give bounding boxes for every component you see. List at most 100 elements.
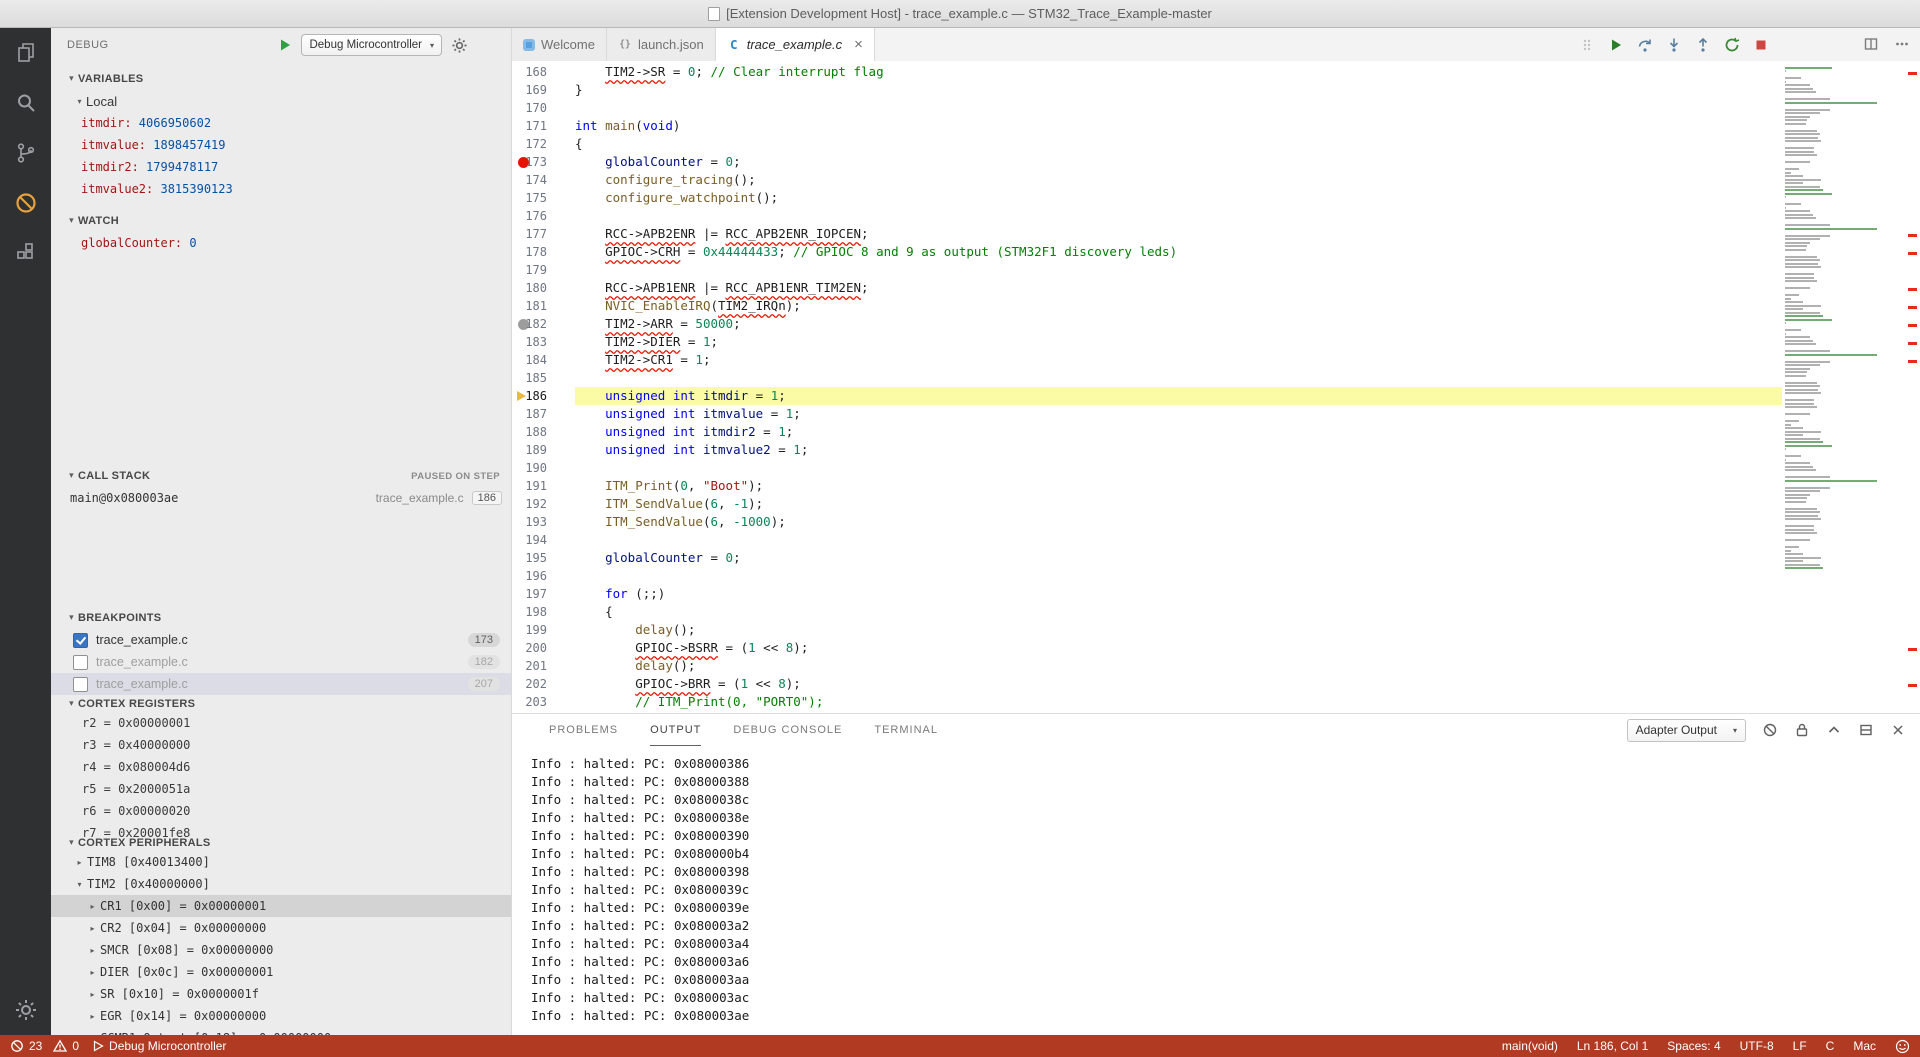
gutter[interactable]: 192 xyxy=(512,495,575,513)
gutter[interactable]: 186 xyxy=(512,387,575,405)
restart-button[interactable] xyxy=(1723,36,1741,54)
variable-row[interactable]: itmdir: 4066950602 xyxy=(51,112,512,134)
code-line[interactable]: 180 RCC->APB1ENR |= RCC_APB1ENR_TIM2EN; xyxy=(512,279,1782,297)
code-line[interactable]: 195 globalCounter = 0; xyxy=(512,549,1782,567)
code-line[interactable]: 188 unsigned int itmdir2 = 1; xyxy=(512,423,1782,441)
scroll-lock-icon[interactable] xyxy=(1793,722,1810,739)
panel-tab-debug-console[interactable]: DEBUG CONSOLE xyxy=(733,714,842,746)
code-line[interactable]: 194 xyxy=(512,531,1782,549)
breakpoint-checkbox[interactable] xyxy=(73,677,88,692)
peripheral-row[interactable]: ▸EGR [0x14] = 0x00000000 xyxy=(51,1005,512,1027)
status-item[interactable]: Ln 186, Col 1 xyxy=(1577,1039,1648,1053)
code-line[interactable]: 202 GPIOC->BRR = (1 << 8); xyxy=(512,675,1782,693)
code-line[interactable]: 189 unsigned int itmvalue2 = 1; xyxy=(512,441,1782,459)
panel-tab-output[interactable]: OUTPUT xyxy=(650,714,701,746)
code-line[interactable]: 186 unsigned int itmdir = 1; xyxy=(512,387,1782,405)
code-line[interactable]: 171int main(void) xyxy=(512,117,1782,135)
launch-config-select[interactable]: Debug Microcontroller ▾ xyxy=(301,34,442,56)
gutter[interactable]: 179 xyxy=(512,261,575,279)
gutter[interactable]: 189 xyxy=(512,441,575,459)
step-over-button[interactable] xyxy=(1636,36,1654,54)
code-line[interactable]: 193 ITM_SendValue(6, -1000); xyxy=(512,513,1782,531)
gutter[interactable]: 182 xyxy=(512,315,575,333)
gutter[interactable]: 178 xyxy=(512,243,575,261)
code-line[interactable]: 200 GPIOC->BSRR = (1 << 8); xyxy=(512,639,1782,657)
gutter[interactable]: 196 xyxy=(512,567,575,585)
gutter[interactable]: 176 xyxy=(512,207,575,225)
code-line[interactable]: 182 TIM2->ARR = 50000; xyxy=(512,315,1782,333)
code-line[interactable]: 185 xyxy=(512,369,1782,387)
code-line[interactable]: 197 for (;;) xyxy=(512,585,1782,603)
variable-row[interactable]: itmdir2: 1799478117 xyxy=(51,156,512,178)
maximize-panel-icon[interactable] xyxy=(1825,722,1842,739)
gutter[interactable]: 188 xyxy=(512,423,575,441)
variable-row[interactable]: itmvalue2: 3815390123 xyxy=(51,178,512,200)
code-line[interactable]: 192 ITM_SendValue(6, -1); xyxy=(512,495,1782,513)
call-stack-header[interactable]: ▾ CALL STACK PAUSED ON STEP xyxy=(51,465,512,487)
register-row[interactable]: r4 = 0x080004d6 xyxy=(51,756,512,778)
source-control-icon[interactable] xyxy=(0,128,51,178)
code-line[interactable]: 179 xyxy=(512,261,1782,279)
peripheral-row[interactable]: ▾TIM2 [0x40000000] xyxy=(51,873,512,895)
gutter[interactable]: 183 xyxy=(512,333,575,351)
clear-output-icon[interactable] xyxy=(1761,722,1778,739)
panel-tab-terminal[interactable]: TERMINAL xyxy=(874,714,938,746)
code-line[interactable]: 196 xyxy=(512,567,1782,585)
close-panel-icon[interactable] xyxy=(1889,722,1906,739)
peripheral-row[interactable]: ▸SMCR [0x08] = 0x00000000 xyxy=(51,939,512,961)
continue-button[interactable] xyxy=(1607,36,1625,54)
gutter[interactable]: 203 xyxy=(512,693,575,711)
peripherals-header[interactable]: ▾ CORTEX PERIPHERALS xyxy=(51,834,512,851)
code-line[interactable]: 173 globalCounter = 0; xyxy=(512,153,1782,171)
register-row[interactable]: r2 = 0x00000001 xyxy=(51,712,512,734)
gutter[interactable]: 199 xyxy=(512,621,575,639)
breakpoint-row[interactable]: trace_example.c207 xyxy=(51,673,512,695)
explorer-icon[interactable] xyxy=(0,28,51,78)
code-line[interactable]: 174 configure_tracing(); xyxy=(512,171,1782,189)
variables-header[interactable]: ▾ VARIABLES xyxy=(51,68,512,90)
gutter[interactable]: 191 xyxy=(512,477,575,495)
code-line[interactable]: 176 xyxy=(512,207,1782,225)
toolbar-drag-handle-icon[interactable] xyxy=(1578,36,1596,54)
status-item[interactable]: Spaces: 4 xyxy=(1667,1039,1720,1053)
breakpoints-header[interactable]: ▾ BREAKPOINTS xyxy=(51,607,512,629)
output-channel-select[interactable]: Adapter Output ▾ xyxy=(1627,719,1746,742)
peripheral-row[interactable]: ▸TIM8 [0x40013400] xyxy=(51,851,512,873)
peripheral-row[interactable]: ▸CR2 [0x04] = 0x00000000 xyxy=(51,917,512,939)
gutter[interactable]: 170 xyxy=(512,99,575,117)
register-row[interactable]: r5 = 0x2000051a xyxy=(51,778,512,800)
gutter[interactable]: 169 xyxy=(512,81,575,99)
peripheral-row[interactable]: ▸CR1 [0x00] = 0x00000001 xyxy=(51,895,512,917)
output-log[interactable]: Info : halted: PC: 0x08000386Info : halt… xyxy=(512,746,1920,1025)
code-line[interactable]: 168 TIM2->SR = 0; // Clear interrupt fla… xyxy=(512,63,1782,81)
code-line[interactable]: 172{ xyxy=(512,135,1782,153)
code-line[interactable]: 187 unsigned int itmvalue = 1; xyxy=(512,405,1782,423)
gutter[interactable]: 174 xyxy=(512,171,575,189)
gutter[interactable]: 190 xyxy=(512,459,575,477)
watch-header[interactable]: ▾ WATCH xyxy=(51,210,512,232)
breakpoint-checkbox[interactable] xyxy=(73,655,88,670)
gutter[interactable]: 202 xyxy=(512,675,575,693)
gutter[interactable]: 184 xyxy=(512,351,575,369)
problems-status[interactable]: 23 0 xyxy=(10,1039,79,1053)
code-line[interactable]: 191 ITM_Print(0, "Boot"); xyxy=(512,477,1782,495)
gutter[interactable]: 168 xyxy=(512,63,575,81)
gutter[interactable]: 173 xyxy=(512,153,575,171)
tab-trace_example-c[interactable]: Ctrace_example.c× xyxy=(716,28,875,61)
configure-gear-icon[interactable] xyxy=(451,37,468,54)
variable-row[interactable]: globalCounter: 0 xyxy=(51,232,512,254)
scope-local[interactable]: ▾ Local xyxy=(51,90,512,112)
debug-status[interactable]: Debug Microcontroller xyxy=(92,1039,226,1053)
breakpoint-row[interactable]: trace_example.c182 xyxy=(51,651,512,673)
peripheral-row[interactable]: ▸CCMR1_Output [0x18] = 0x00000000 xyxy=(51,1027,512,1035)
step-out-button[interactable] xyxy=(1694,36,1712,54)
settings-gear-icon[interactable] xyxy=(0,985,51,1035)
gutter[interactable]: 172 xyxy=(512,135,575,153)
code-line[interactable]: 199 delay(); xyxy=(512,621,1782,639)
code-line[interactable]: 177 RCC->APB2ENR |= RCC_APB2ENR_IOPCEN; xyxy=(512,225,1782,243)
breakpoint-row[interactable]: trace_example.c173 xyxy=(51,629,512,651)
breakpoint-checkbox[interactable] xyxy=(73,633,88,648)
gutter[interactable]: 181 xyxy=(512,297,575,315)
search-icon[interactable] xyxy=(0,78,51,128)
code-line[interactable]: 183 TIM2->DIER = 1; xyxy=(512,333,1782,351)
